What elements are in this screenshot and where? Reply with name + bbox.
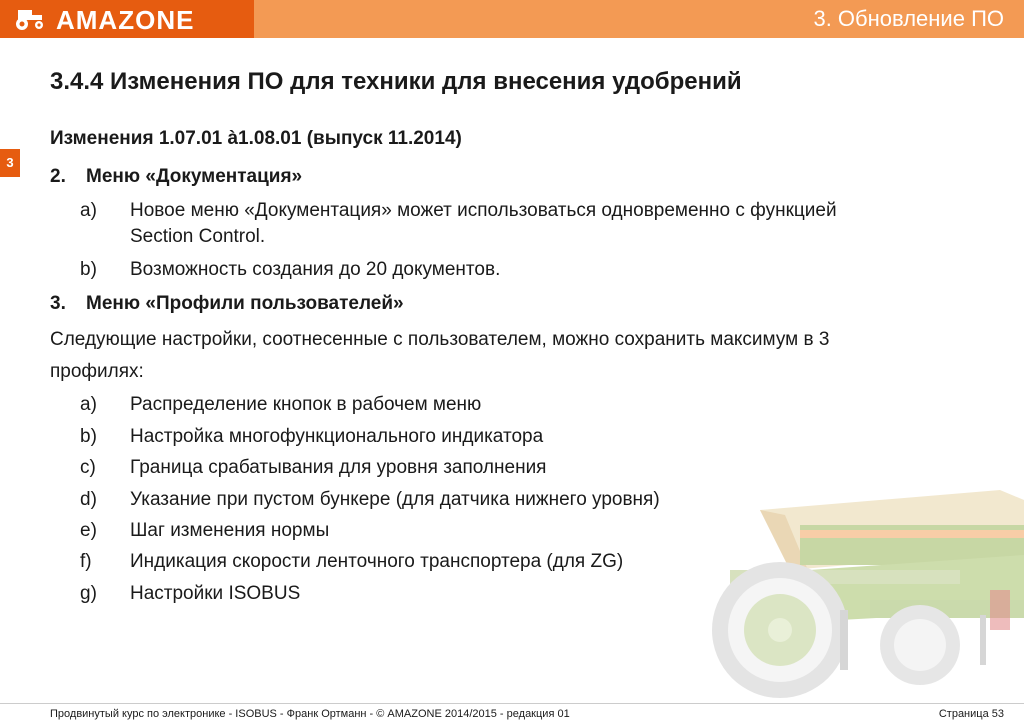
tractor-logo-icon (16, 10, 43, 30)
list-item: Настройки ISOBUS (130, 583, 301, 604)
page-title: 3.4.4 Изменения ПО для техники для внесе… (50, 68, 742, 95)
section-header: 3. Обновление ПО (254, 0, 1024, 38)
brand-name: AMAZONE (56, 5, 195, 35)
changes-heading: Изменения 1.07.01 à1.08.01 (выпуск 11.20… (50, 128, 462, 149)
list-item-marker: a) (80, 394, 97, 415)
page-number: Страница 53 (938, 708, 1004, 720)
list-item-marker: b) (80, 259, 97, 280)
chapter-tab: 3 (0, 149, 20, 177)
list-item: Шаг изменения нормы (130, 520, 330, 541)
section3-number: 3. (50, 293, 66, 314)
list-item-marker: e) (80, 520, 97, 541)
section-title: 3. Обновление ПО (813, 6, 1004, 31)
brand-logo: AMAZONE (0, 0, 254, 38)
list-item-marker: a) (80, 200, 97, 221)
fertilizer-spreader-image (712, 490, 1024, 698)
section3-intro: Следующие настройки, соотнесенные с поль… (50, 329, 830, 350)
list-item-marker: f) (80, 551, 92, 572)
section2-label: Меню «Документация» (86, 166, 303, 187)
list-item: Указание при пустом бункере (для датчика… (130, 489, 660, 510)
section3-label: Меню «Профили пользователей» (86, 293, 404, 314)
list-item: Новое меню «Документация» может использо… (130, 200, 837, 221)
list-item-continuation: Section Control. (130, 226, 266, 247)
list-item: Возможность создания до 20 документов. (130, 259, 501, 280)
list-item-marker: d) (80, 489, 97, 510)
footer-divider (0, 703, 1024, 704)
list-item: Индикация скорости ленточного транспорте… (130, 551, 624, 572)
footer-credits: Продвинутый курс по электронике - ISOBUS… (50, 708, 570, 720)
list-item-marker: g) (80, 583, 97, 604)
list-item: Настройка многофункционального индикатор… (130, 426, 544, 447)
list-item-marker: c) (80, 457, 96, 478)
list-item: Граница срабатывания для уровня заполнен… (130, 457, 547, 478)
list-item: Распределение кнопок в рабочем меню (130, 394, 482, 415)
header-bar: AMAZONE 3. Обновление ПО (0, 0, 1024, 38)
list-item-marker: b) (80, 426, 97, 447)
section2-number: 2. (50, 166, 66, 187)
section3-intro-continuation: профилях: (50, 361, 144, 382)
